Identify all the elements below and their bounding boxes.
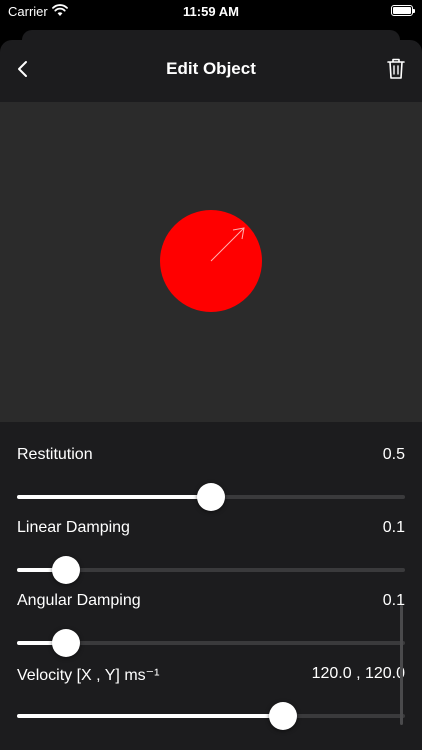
velocity-slider[interactable]: [17, 701, 405, 731]
preview-canvas: [160, 210, 262, 312]
restitution-label: Restitution: [17, 446, 93, 463]
linear-damping-label: Linear Damping: [17, 519, 130, 536]
angular-damping-label: Angular Damping: [17, 592, 141, 609]
restitution-value: 0.5: [382, 446, 405, 463]
object-preview: [0, 102, 422, 422]
scroll-indicator[interactable]: [400, 605, 403, 725]
velocity-value: 120.0 , 120.0: [311, 665, 405, 682]
restitution-row: Restitution 0.5: [0, 422, 422, 511]
page-title: Edit Object: [166, 59, 256, 78]
angular-damping-row: Angular Damping 0.1: [0, 568, 422, 657]
navigation-bar: Edit Object: [0, 40, 422, 102]
trash-icon[interactable]: [384, 56, 408, 82]
physics-controls: Restitution 0.5 Linear Damping 0.1 Angul…: [0, 422, 422, 750]
linear-damping-row: Linear Damping 0.1: [0, 495, 422, 584]
status-bar: Carrier 11:59 AM: [0, 0, 422, 26]
status-time: 11:59 AM: [183, 4, 239, 19]
linear-damping-value: 0.1: [382, 519, 405, 536]
velocity-row: Velocity [X , Y] ms⁻¹ 120.0 , 120.0: [0, 641, 422, 730]
edit-object-sheet: Edit Object Restitution 0.5 Linear Dampi…: [0, 40, 422, 750]
velocity-label: Velocity [X , Y] ms⁻¹: [17, 667, 160, 684]
velocity-slider-thumb[interactable]: [269, 702, 297, 730]
battery-icon: [391, 5, 415, 16]
